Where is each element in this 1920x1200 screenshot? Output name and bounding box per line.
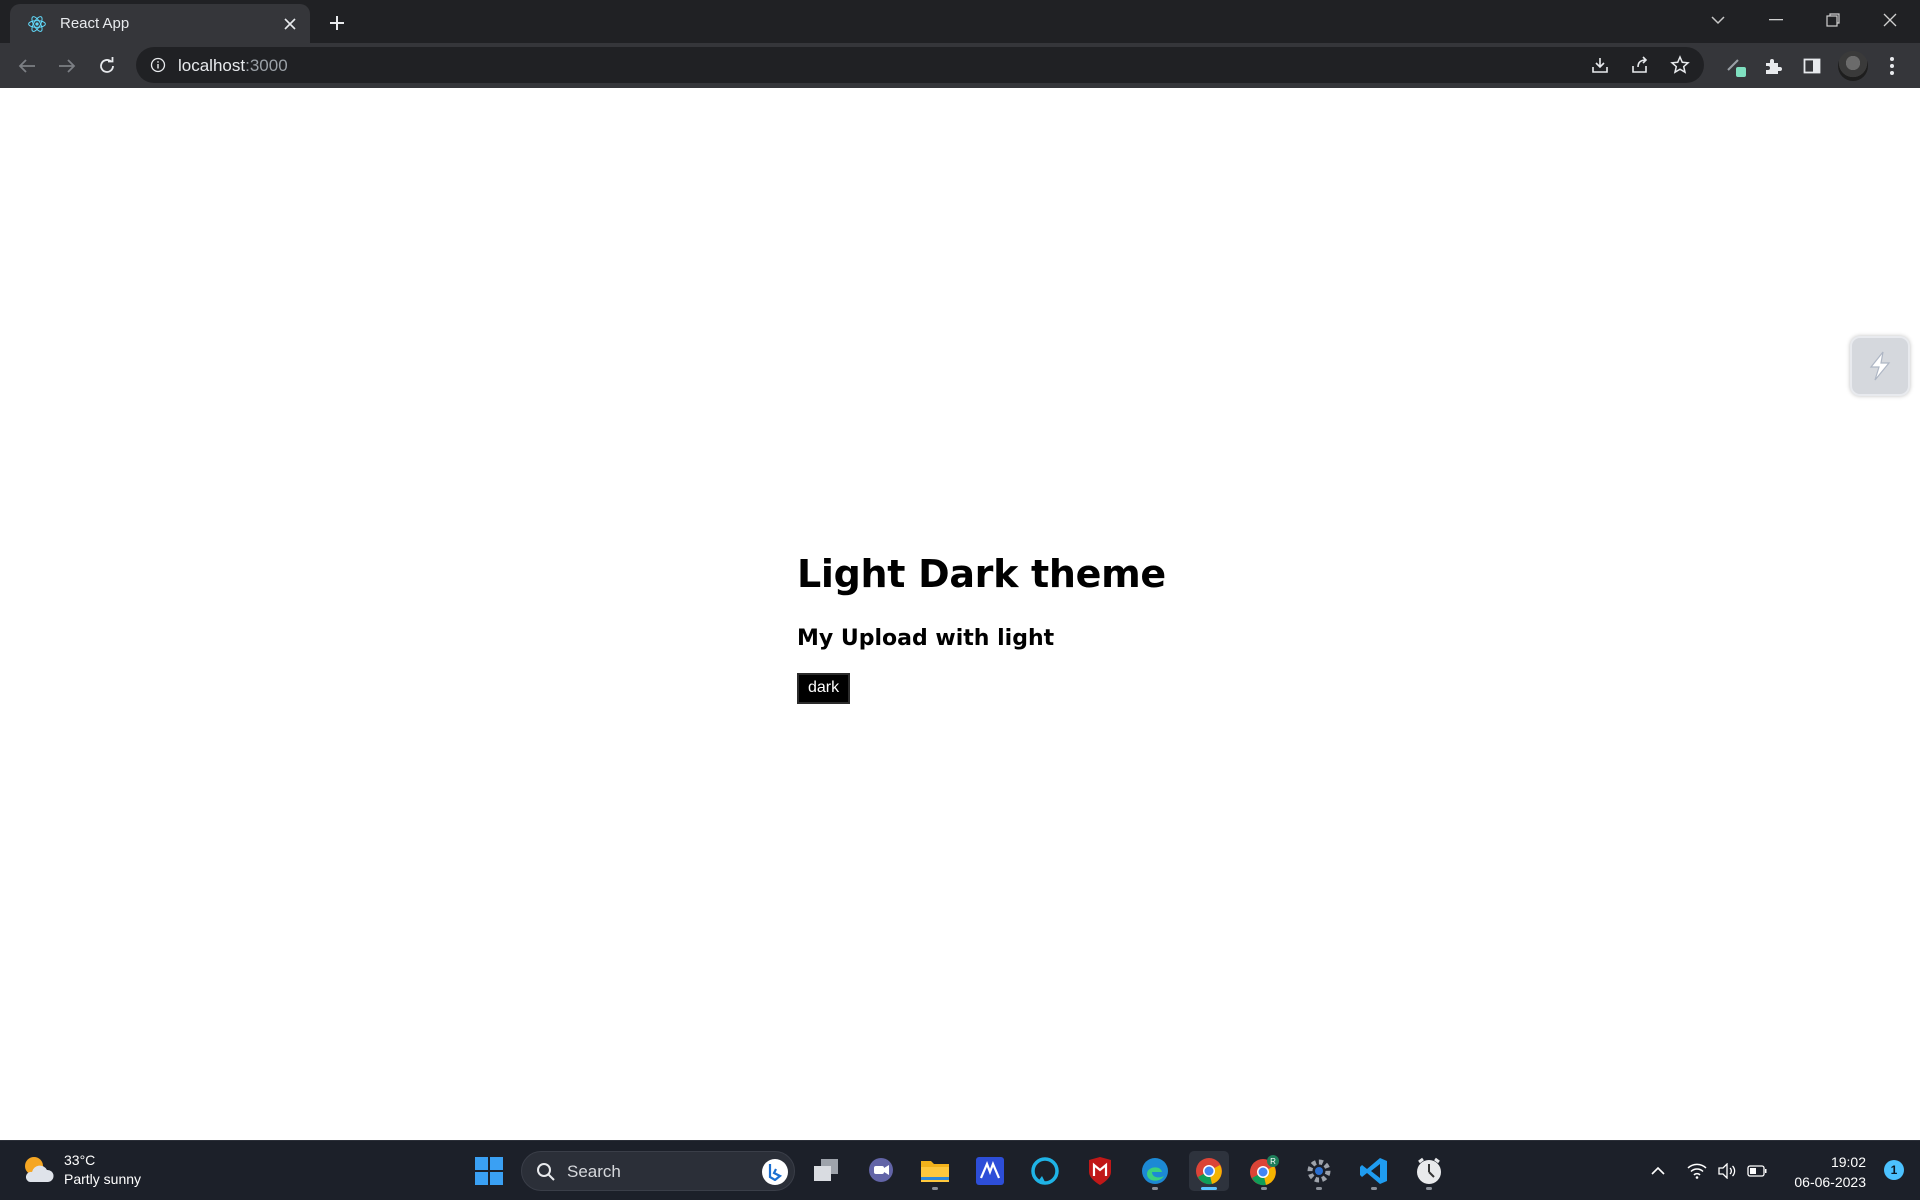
tab-title: React App	[60, 15, 130, 32]
system-clock[interactable]: 19:02 06-06-2023	[1794, 1152, 1866, 1192]
profile-avatar[interactable]	[1838, 51, 1868, 81]
settings-gear-icon[interactable]	[1299, 1151, 1339, 1191]
browser-tab[interactable]: React App	[10, 4, 310, 43]
url-text[interactable]: localhost:3000	[178, 56, 288, 76]
search-icon	[536, 1162, 556, 1187]
wifi-icon[interactable]	[1685, 1159, 1709, 1183]
browser-toolbar: localhost:3000	[0, 43, 1920, 88]
clock-date: 06-06-2023	[1794, 1174, 1866, 1190]
site-info-icon[interactable]	[148, 55, 168, 75]
forward-button[interactable]	[50, 49, 84, 83]
reload-button[interactable]	[90, 49, 124, 83]
taskbar-search[interactable]: Search	[521, 1151, 795, 1191]
teams-chat-icon[interactable]	[861, 1151, 901, 1191]
minimize-icon[interactable]	[1748, 0, 1804, 40]
new-tab-button[interactable]	[322, 8, 352, 38]
theme-toggle-button[interactable]: dark	[797, 673, 851, 704]
chevron-up-icon[interactable]	[1646, 1159, 1670, 1183]
weather-widget[interactable]: 33°C Partly sunny	[20, 1151, 141, 1189]
notification-badge[interactable]: 1	[1884, 1160, 1904, 1180]
back-button[interactable]	[10, 49, 44, 83]
windows-icon	[475, 1157, 503, 1185]
browser-tabstrip: React App	[0, 0, 1920, 43]
edge-icon[interactable]	[1135, 1151, 1175, 1191]
clock-time: 19:02	[1830, 1154, 1866, 1170]
file-explorer-icon[interactable]	[915, 1151, 955, 1191]
partly-sunny-icon	[20, 1152, 56, 1188]
address-bar[interactable]: localhost:3000	[136, 47, 1704, 83]
svg-text:R: R	[1270, 1157, 1276, 1166]
close-tab-icon[interactable]	[276, 10, 304, 38]
install-app-icon[interactable]	[1586, 51, 1614, 79]
page-subtitle: My Upload with light	[797, 626, 1055, 651]
page-viewport: Light Dark theme My Upload with light da…	[0, 88, 1920, 1140]
chrome-icon[interactable]	[1189, 1151, 1229, 1191]
start-button[interactable]	[469, 1151, 509, 1191]
clock-app-icon[interactable]	[1409, 1151, 1449, 1191]
weather-temperature: 33°C	[64, 1152, 96, 1168]
extension-pen-icon[interactable]	[1721, 51, 1751, 81]
lightning-icon	[1869, 351, 1891, 381]
chrome-profile-icon[interactable]: R	[1244, 1151, 1284, 1191]
taskbar: 33°C Partly sunny Search R 19:02 06-06-2…	[0, 1140, 1920, 1200]
weather-description: Partly sunny	[64, 1171, 142, 1187]
tab-search-chevron-icon[interactable]	[1690, 0, 1746, 40]
app-content: Light Dark theme My Upload with light da…	[797, 552, 1166, 704]
vscode-icon[interactable]	[1354, 1151, 1394, 1191]
app-m-icon[interactable]	[970, 1151, 1010, 1191]
page-title: Light Dark theme	[797, 552, 1166, 596]
share-icon[interactable]	[1626, 51, 1654, 79]
restore-icon[interactable]	[1805, 0, 1861, 40]
task-view-icon[interactable]	[806, 1151, 846, 1191]
window-close-icon[interactable]	[1862, 0, 1918, 40]
bing-icon[interactable]	[762, 1159, 788, 1185]
react-icon	[26, 13, 48, 35]
more-menu-icon[interactable]	[1877, 51, 1907, 81]
floating-widget-button[interactable]	[1850, 336, 1910, 396]
bookmark-star-icon[interactable]	[1666, 51, 1694, 79]
mcafee-icon[interactable]	[1080, 1151, 1120, 1191]
extensions-puzzle-icon[interactable]	[1758, 51, 1788, 81]
volume-icon[interactable]	[1715, 1159, 1739, 1183]
alexa-icon[interactable]	[1025, 1151, 1065, 1191]
search-label: Search	[567, 1162, 621, 1181]
battery-icon[interactable]	[1745, 1159, 1769, 1183]
side-panel-icon[interactable]	[1797, 51, 1827, 81]
